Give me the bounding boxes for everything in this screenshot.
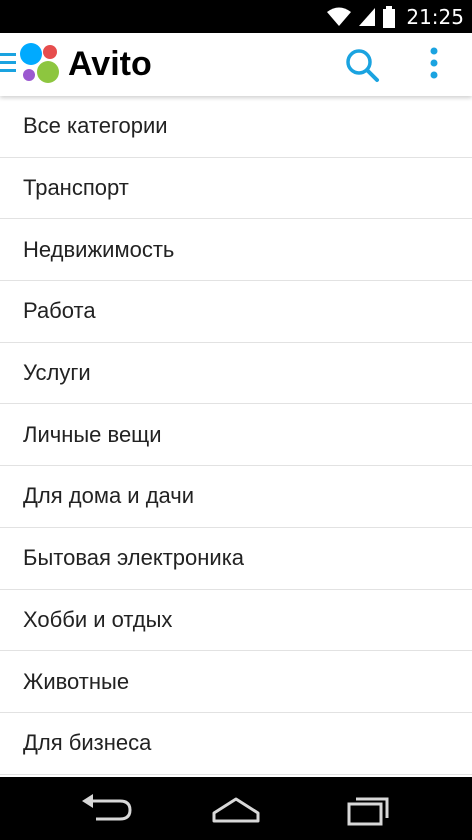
category-item-animals[interactable]: Животные bbox=[0, 651, 472, 713]
category-label: Недвижимость bbox=[23, 236, 175, 262]
more-vert-icon[interactable] bbox=[422, 45, 446, 85]
category-item-all[interactable]: Все категории bbox=[0, 96, 472, 158]
back-icon[interactable] bbox=[76, 791, 136, 827]
category-label: Бытовая электроника bbox=[23, 545, 245, 571]
category-label: Животные bbox=[23, 668, 130, 694]
status-time: 21:25 bbox=[406, 4, 464, 29]
category-item-home[interactable]: Для дома и дачи bbox=[0, 466, 472, 528]
battery-icon bbox=[383, 5, 396, 28]
category-item-jobs[interactable]: Работа bbox=[0, 281, 472, 343]
category-label: Транспорт bbox=[23, 175, 129, 201]
category-item-real-estate[interactable]: Недвижимость bbox=[0, 219, 472, 282]
category-item-electronics[interactable]: Бытовая электроника bbox=[0, 528, 472, 590]
navigation-bar bbox=[0, 777, 472, 840]
category-label: Все категории bbox=[23, 113, 168, 139]
hamburger-menu-icon[interactable] bbox=[0, 53, 16, 75]
category-label: Для дома и дачи bbox=[23, 483, 195, 509]
category-item-services[interactable]: Услуги bbox=[0, 343, 472, 405]
category-label: Для бизнеса bbox=[23, 730, 152, 756]
logo-text: Avito bbox=[68, 45, 152, 83]
category-item-transport[interactable]: Транспорт bbox=[0, 158, 472, 220]
category-label: Хобби и отдых bbox=[23, 606, 173, 632]
home-icon[interactable] bbox=[206, 791, 266, 827]
category-list: Все категории Транспорт Недвижимость Раб… bbox=[0, 96, 472, 775]
cell-signal-icon bbox=[359, 7, 376, 26]
avito-logo-icon bbox=[20, 43, 59, 83]
category-label: Работа bbox=[23, 298, 96, 324]
search-icon[interactable] bbox=[342, 45, 382, 85]
category-item-hobby[interactable]: Хобби и отдых bbox=[0, 590, 472, 652]
recent-apps-icon[interactable] bbox=[338, 791, 398, 827]
status-icons: 21:25 bbox=[326, 0, 464, 33]
category-item-business[interactable]: Для бизнеса bbox=[0, 713, 472, 775]
wifi-icon bbox=[327, 7, 352, 26]
screen: 21:25 Avito Все категории Транспорт Недв… bbox=[0, 0, 472, 840]
app-bar: Avito bbox=[0, 33, 472, 96]
category-label: Услуги bbox=[23, 360, 91, 386]
status-bar: 21:25 bbox=[0, 0, 472, 33]
category-item-personal[interactable]: Личные вещи bbox=[0, 404, 472, 467]
category-label: Личные вещи bbox=[23, 421, 162, 447]
